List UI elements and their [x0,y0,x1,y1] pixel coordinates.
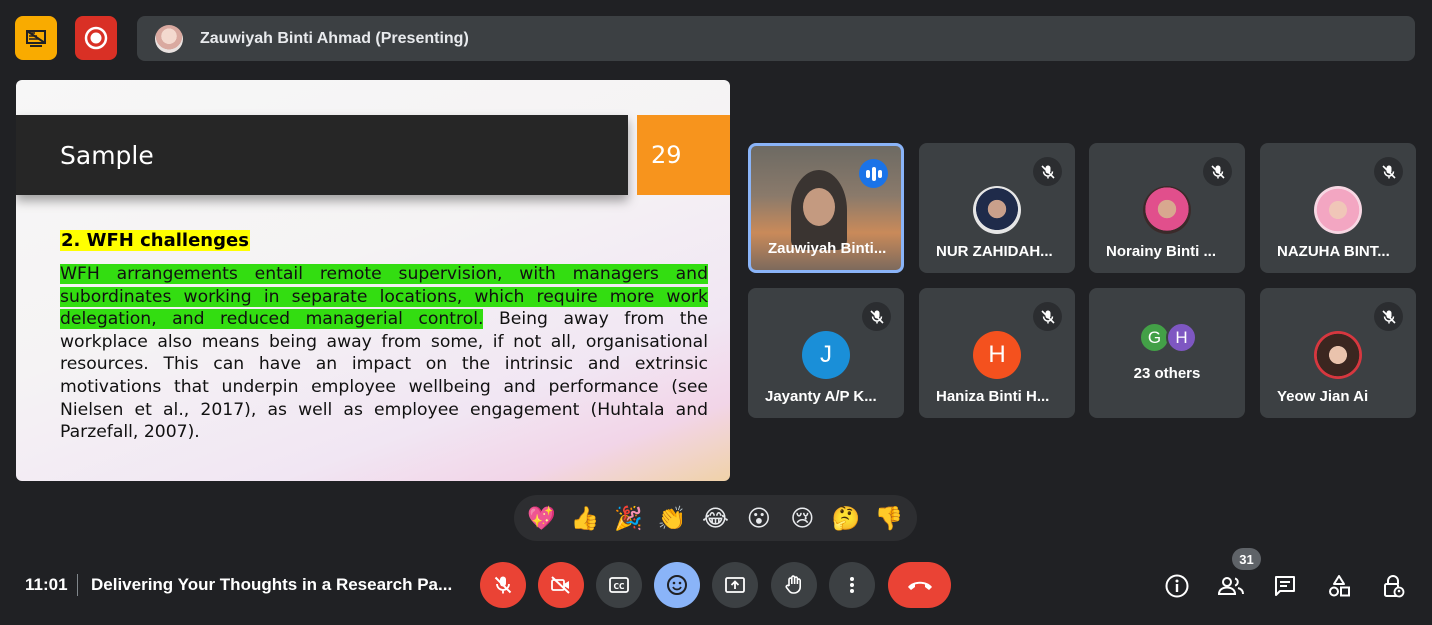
participant-name: Haniza Binti H... [936,388,1050,405]
avatar [155,24,183,53]
reaction-thinking-icon[interactable]: 🤔 [829,506,863,530]
participant-name: Yeow Jian Ai [1277,388,1369,405]
mic-off-icon [1203,157,1232,186]
more-vertical-icon [850,577,854,593]
info-icon [1165,574,1189,598]
avatar: H [973,331,1021,379]
avatar-face [803,188,835,226]
mic-off-icon [1374,157,1403,186]
chat-icon [1275,576,1295,596]
participant-tile-active-speaker[interactable]: Zauwiyah Binti... [748,143,904,273]
divider [77,574,78,596]
avatar [973,186,1021,234]
participant-name: Norainy Binti ... [1106,243,1217,260]
host-controls-button[interactable] [1376,569,1410,603]
microphone-toggle-button[interactable] [480,562,526,608]
reaction-heart-icon[interactable]: 💖 [525,506,559,530]
camera-off-icon [551,576,570,594]
avatar: J [802,331,850,379]
reactions-button[interactable] [654,562,700,608]
slide-title-bar: Sample [16,115,628,195]
reaction-laugh-icon[interactable]: 😂 [698,506,732,530]
presentation-layout-button[interactable] [15,16,57,60]
shared-slide: Sample 29 2. WFH challenges WFH arrangem… [16,80,730,481]
participant-tile[interactable]: J Jayanty A/P K... [748,288,904,418]
participant-tile[interactable]: H Haniza Binti H... [919,288,1075,418]
avatar [1314,186,1362,234]
speaking-indicator-icon [859,159,888,188]
participant-tile[interactable]: NAZUHA BINT... [1260,143,1416,273]
slide-number: 29 [637,115,730,195]
slide-heading: 2. WFH challenges [60,230,250,251]
more-options-button[interactable] [829,562,875,608]
leave-call-button[interactable] [888,562,951,608]
mic-off-icon [494,576,512,594]
reaction-thumbs-up-icon[interactable]: 👍 [568,506,602,530]
mic-off-icon [862,302,891,331]
meeting-clock: 11:01 [25,575,68,594]
participant-name: Zauwiyah Binti... [768,240,887,257]
mic-off-icon [1033,302,1062,331]
others-tile[interactable]: G H 23 others [1089,288,1245,418]
participant-tile[interactable]: Yeow Jian Ai [1260,288,1416,418]
reaction-bar: 💖 👍 🎉 👏 😂 😮 😢 🤔 👎 [514,495,917,541]
avatar [1143,186,1191,234]
chat-button[interactable] [1268,569,1302,603]
participant-name: Jayanty A/P K... [765,388,877,405]
present-screen-icon [725,577,745,593]
hand-icon [785,575,801,594]
mic-off-icon [1033,157,1062,186]
captions-button[interactable]: CC [596,562,642,608]
people-button[interactable] [1214,569,1248,603]
phone-hangup-icon [907,581,932,590]
emoji-icon [667,575,687,595]
camera-toggle-button[interactable] [538,562,584,608]
reaction-party-icon[interactable]: 🎉 [612,506,646,530]
others-avatars: G H [1139,322,1197,353]
meeting-details-button[interactable] [1160,569,1194,603]
closed-captions-icon: CC [609,577,629,593]
people-icon [1217,577,1244,595]
participant-name: NAZUHA BINT... [1277,243,1390,260]
present-now-button[interactable] [712,562,758,608]
activities-button[interactable] [1322,569,1356,603]
avatar: H [1166,322,1197,353]
reaction-sad-icon[interactable]: 😢 [785,506,819,530]
avatar [1314,331,1362,379]
slide-title: Sample [60,140,154,170]
svg-text:CC: CC [613,582,625,591]
reaction-surprised-icon[interactable]: 😮 [742,506,776,530]
raise-hand-button[interactable] [771,562,817,608]
slide-body: WFH arrangements entail remote supervisi… [60,263,708,444]
presenter-label: Zauwiyah Binti Ahmad (Presenting) [200,29,469,47]
presenter-bar[interactable]: Zauwiyah Binti Ahmad (Presenting) [137,16,1415,61]
reaction-clap-icon[interactable]: 👏 [655,506,689,530]
participant-name: NUR ZAHIDAH... [936,243,1053,260]
lock-person-icon [1384,575,1405,598]
meeting-title: Delivering Your Thoughts in a Research P… [91,575,453,594]
participant-tile[interactable]: Norainy Binti ... [1089,143,1245,273]
participant-tile[interactable]: NUR ZAHIDAH... [919,143,1075,273]
recording-button[interactable] [75,16,117,60]
slide-body-text: Being away from the workplace also means… [60,309,708,443]
others-count-label: 23 others [1133,365,1201,382]
screen-share-off-icon [26,30,46,47]
shapes-icon [1329,575,1350,597]
reaction-thumbs-down-icon[interactable]: 👎 [872,506,906,530]
mic-off-icon [1374,302,1403,331]
participant-count-badge: 31 [1232,548,1261,570]
record-icon [84,26,108,50]
